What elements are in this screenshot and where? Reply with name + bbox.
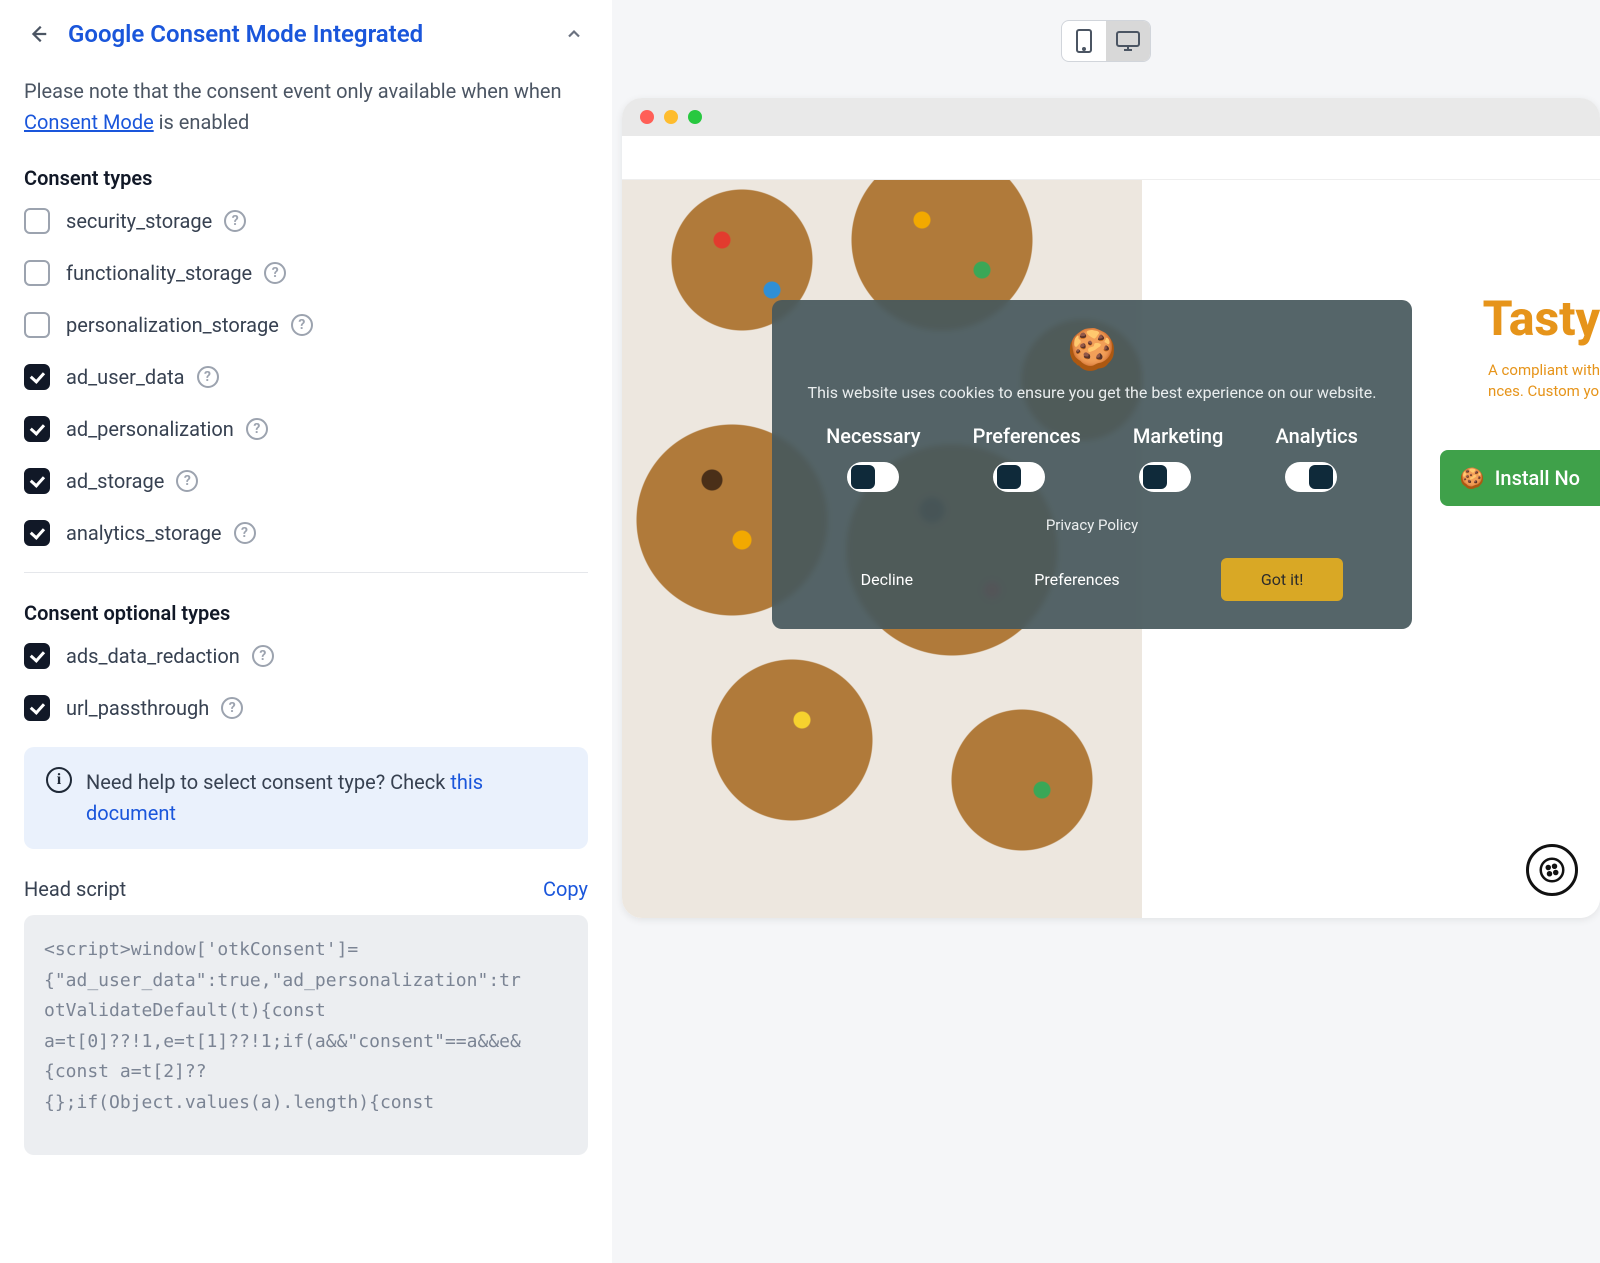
- back-arrow-icon[interactable]: [24, 20, 52, 48]
- traffic-light-max-icon: [688, 110, 702, 124]
- collapse-chevron-icon[interactable]: [560, 20, 588, 48]
- install-button[interactable]: Install No: [1440, 450, 1600, 506]
- help-icon[interactable]: ?: [264, 262, 286, 284]
- banner-category-marketing: Marketing: [1133, 424, 1224, 448]
- info-icon: i: [46, 767, 72, 793]
- consent-optional-row: ads_data_redaction?: [24, 643, 588, 669]
- consent-type-row: security_storage?: [24, 208, 588, 234]
- help-icon[interactable]: ?: [252, 645, 274, 667]
- consent-optional-row: url_passthrough?: [24, 695, 588, 721]
- consent-type-row: analytics_storage?: [24, 520, 588, 546]
- help-icon[interactable]: ?: [197, 366, 219, 388]
- consent-optional-checkbox-url_passthrough[interactable]: [24, 695, 50, 721]
- desktop-view-button[interactable]: [1106, 21, 1150, 61]
- consent-type-row: ad_user_data?: [24, 364, 588, 390]
- panel-header: Google Consent Mode Integrated: [24, 20, 588, 48]
- consent-type-checkbox-analytics_storage[interactable]: [24, 520, 50, 546]
- consent-type-row: ad_storage?: [24, 468, 588, 494]
- banner-category-necessary: Necessary: [826, 424, 920, 448]
- consent-type-checkbox-security_storage[interactable]: [24, 208, 50, 234]
- banner-toggle-marketing[interactable]: [1139, 462, 1191, 492]
- info-text: Need help to select consent type? Check: [86, 770, 450, 794]
- consent-optional-label: ads_data_redaction: [66, 644, 240, 668]
- head-script-label: Head script: [24, 877, 126, 901]
- help-icon[interactable]: ?: [176, 470, 198, 492]
- preferences-button[interactable]: Preferences: [1014, 558, 1139, 601]
- consent-type-checkbox-functionality_storage[interactable]: [24, 260, 50, 286]
- privacy-policy-link[interactable]: Privacy Policy: [800, 516, 1384, 534]
- settings-panel: Google Consent Mode Integrated Please no…: [0, 0, 612, 1263]
- note-text-after: is enabled: [154, 110, 250, 134]
- help-icon[interactable]: ?: [221, 697, 243, 719]
- consent-type-checkbox-ad_user_data[interactable]: [24, 364, 50, 390]
- device-toggle: [1061, 20, 1151, 62]
- consent-type-label: ad_storage: [66, 469, 164, 493]
- panel-title: Google Consent Mode Integrated: [68, 20, 544, 48]
- cookie-banner: 🍪 This website uses cookies to ensure yo…: [772, 300, 1412, 629]
- consent-type-checkbox-ad_personalization[interactable]: [24, 416, 50, 442]
- preview-window: Tasty A compliant withnces. Custom yo In…: [622, 98, 1600, 918]
- help-infobox: i Need help to select consent type? Chec…: [24, 747, 588, 849]
- help-icon[interactable]: ?: [234, 522, 256, 544]
- code-snippet[interactable]: <script>window['otkConsent']= {"ad_user_…: [24, 915, 588, 1155]
- consent-type-label: personalization_storage: [66, 313, 279, 337]
- consent-type-row: ad_personalization?: [24, 416, 588, 442]
- script-header: Head script Copy: [24, 877, 588, 901]
- banner-category-analytics: Analytics: [1276, 424, 1358, 448]
- hero-subtitle: A compliant withnces. Custom yo: [1488, 360, 1600, 402]
- consent-type-checkbox-ad_storage[interactable]: [24, 468, 50, 494]
- preview-area: Tasty A compliant withnces. Custom yo In…: [612, 0, 1600, 1263]
- consent-type-checkbox-personalization_storage[interactable]: [24, 312, 50, 338]
- help-icon[interactable]: ?: [246, 418, 268, 440]
- cookie-icon: 🍪: [800, 326, 1384, 373]
- divider: [24, 572, 588, 573]
- banner-category-preferences: Preferences: [973, 424, 1081, 448]
- cookie-settings-fab[interactable]: [1526, 844, 1578, 896]
- consent-note: Please note that the consent event only …: [24, 76, 588, 138]
- note-text-before: Please note that the consent event only …: [24, 79, 562, 103]
- traffic-light-close-icon: [640, 110, 654, 124]
- banner-buttons: Decline Preferences Got it!: [800, 558, 1384, 601]
- consent-type-label: ad_user_data: [66, 365, 185, 389]
- decline-button[interactable]: Decline: [841, 558, 933, 601]
- consent-type-row: functionality_storage?: [24, 260, 588, 286]
- banner-toggle-necessary[interactable]: [847, 462, 899, 492]
- traffic-light-min-icon: [664, 110, 678, 124]
- consent-type-label: security_storage: [66, 209, 212, 233]
- install-button-label: Install No: [1495, 466, 1580, 490]
- banner-text: This website uses cookies to ensure you …: [800, 383, 1384, 402]
- consent-optional-label: url_passthrough: [66, 696, 209, 720]
- help-icon[interactable]: ?: [291, 314, 313, 336]
- consent-mode-link[interactable]: Consent Mode: [24, 110, 154, 134]
- mobile-view-button[interactable]: [1062, 21, 1106, 61]
- consent-optional-heading: Consent optional types: [24, 601, 588, 625]
- consent-types-heading: Consent types: [24, 166, 588, 190]
- help-icon[interactable]: ?: [224, 210, 246, 232]
- window-chrome: [622, 98, 1600, 136]
- hero-title: Tasty: [1483, 290, 1600, 347]
- consent-optional-checkbox-ads_data_redaction[interactable]: [24, 643, 50, 669]
- banner-toggle-analytics[interactable]: [1285, 462, 1337, 492]
- url-bar: [622, 136, 1600, 180]
- accept-button[interactable]: Got it!: [1221, 558, 1343, 601]
- banner-toggle-preferences[interactable]: [993, 462, 1045, 492]
- consent-type-label: ad_personalization: [66, 417, 234, 441]
- page-body: Tasty A compliant withnces. Custom yo In…: [622, 180, 1600, 918]
- consent-type-label: functionality_storage: [66, 261, 252, 285]
- consent-type-label: analytics_storage: [66, 521, 222, 545]
- copy-button[interactable]: Copy: [543, 877, 588, 901]
- consent-type-row: personalization_storage?: [24, 312, 588, 338]
